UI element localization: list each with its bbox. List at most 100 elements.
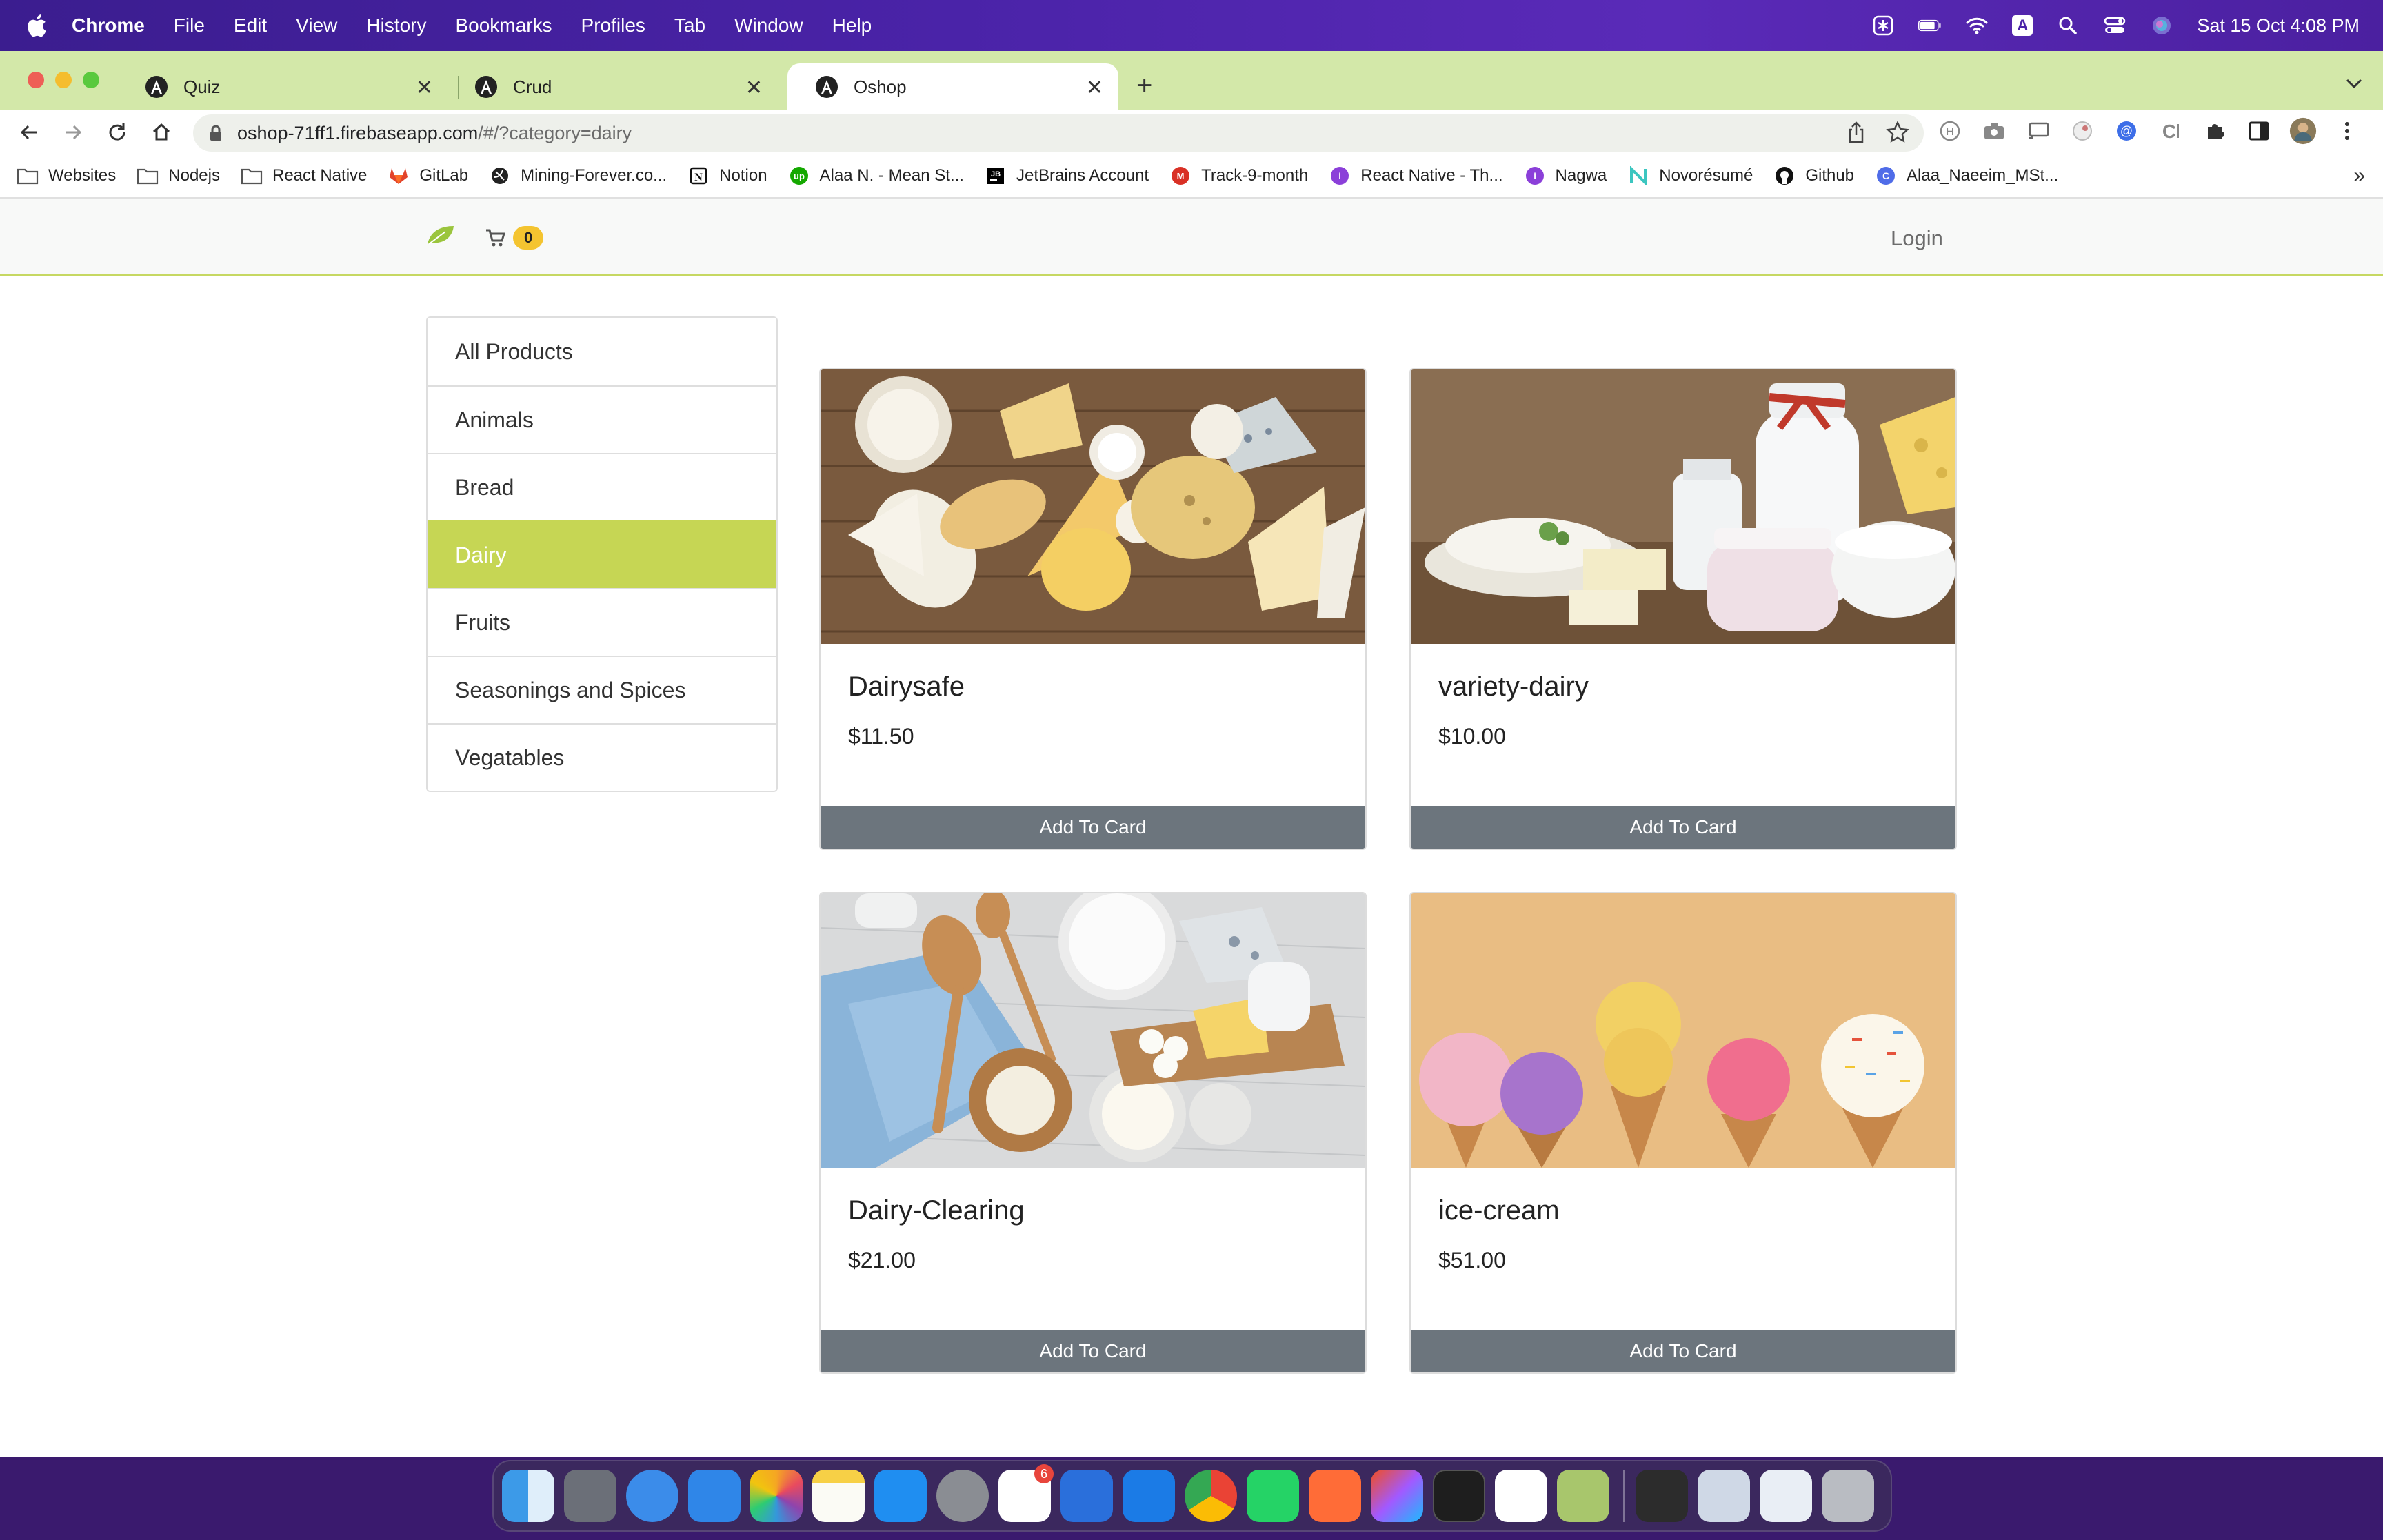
puzzle-extensions-icon[interactable] <box>2201 117 2229 145</box>
finder-icon[interactable] <box>502 1470 554 1522</box>
share-icon[interactable] <box>1844 120 1869 145</box>
battery-icon[interactable] <box>1918 15 1942 36</box>
add-to-card-button[interactable]: Add To Card <box>821 806 1365 849</box>
spotlight-search-icon[interactable] <box>2056 15 2080 36</box>
extension-c-icon[interactable]: C <box>2157 117 2184 145</box>
bookmark-mining-forever[interactable]: Mining-Forever.co... <box>489 166 667 185</box>
bookmark-notion[interactable]: N Notion <box>687 166 767 185</box>
forward-button[interactable] <box>59 119 87 146</box>
bookmark-alaa-cv[interactable]: C Alaa_Naeeim_MSt... <box>1875 166 2058 185</box>
add-to-card-button[interactable]: Add To Card <box>821 1330 1365 1372</box>
menu-edit[interactable]: Edit <box>234 14 267 37</box>
mail-icon[interactable] <box>688 1470 741 1522</box>
tab-quiz[interactable]: Quiz ✕ <box>117 63 448 110</box>
cast-icon[interactable] <box>2024 117 2052 145</box>
menu-view[interactable]: View <box>296 14 337 37</box>
figma-icon[interactable] <box>1371 1470 1423 1522</box>
menu-window[interactable]: Window <box>734 14 803 37</box>
bookmark-github[interactable]: Github <box>1773 166 1854 185</box>
photos-icon[interactable] <box>750 1470 803 1522</box>
safari-icon[interactable] <box>626 1470 678 1522</box>
category-animals[interactable]: Animals <box>428 385 776 453</box>
profile-avatar[interactable] <box>2289 117 2317 145</box>
tab-search-chevron-icon[interactable] <box>2344 77 2364 90</box>
menu-app-name[interactable]: Chrome <box>72 14 145 37</box>
chrome-menu-icon[interactable] <box>2333 117 2361 145</box>
reload-button[interactable] <box>103 119 131 146</box>
postman-icon[interactable] <box>1309 1470 1361 1522</box>
bookmark-nagwa[interactable]: i Nagwa <box>1524 166 1607 185</box>
system-preferences-icon[interactable] <box>936 1470 989 1522</box>
notes-icon[interactable] <box>812 1470 865 1522</box>
menu-help[interactable]: Help <box>832 14 872 37</box>
launchpad-icon[interactable] <box>564 1470 616 1522</box>
new-tab-button[interactable]: + <box>1136 72 1152 99</box>
menu-bookmarks[interactable]: Bookmarks <box>455 14 552 37</box>
close-tab-icon[interactable]: ✕ <box>416 76 433 100</box>
product-image-ice-cream[interactable] <box>1411 893 1955 1168</box>
vscode-icon[interactable] <box>1495 1470 1547 1522</box>
leaf-logo-icon[interactable] <box>426 223 455 247</box>
terminal-icon[interactable] <box>1433 1470 1485 1522</box>
lock-icon[interactable] <box>210 125 222 141</box>
menu-tab[interactable]: Tab <box>674 14 705 37</box>
input-source-icon[interactable]: A <box>2012 15 2033 36</box>
bookmark-upwork[interactable]: up Alaa N. - Mean St... <box>788 166 964 185</box>
xcode-icon[interactable] <box>1123 1470 1175 1522</box>
category-all-products[interactable]: All Products <box>428 318 776 385</box>
siri-icon[interactable] <box>2150 15 2173 36</box>
side-panel-icon[interactable] <box>2245 117 2273 145</box>
chrome-icon[interactable] <box>1185 1470 1237 1522</box>
camera-icon[interactable] <box>1980 117 2008 145</box>
bookmark-gitlab[interactable]: GitLab <box>388 166 468 185</box>
bookmarks-overflow-button[interactable]: » <box>2353 164 2365 188</box>
menubar-clock[interactable]: Sat 15 Oct 4:08 PM <box>2197 15 2360 37</box>
xcode-instruments-icon[interactable] <box>1060 1470 1113 1522</box>
menu-file[interactable]: File <box>174 14 205 37</box>
bookmark-websites[interactable]: Websites <box>17 166 116 185</box>
extension-at-icon[interactable]: @ <box>2113 117 2140 145</box>
bookmark-star-icon[interactable] <box>1885 120 1910 145</box>
recent-window-icon[interactable] <box>1636 1470 1688 1522</box>
window-close-button[interactable] <box>28 72 44 88</box>
bookmark-track[interactable]: M Track-9-month <box>1169 166 1308 185</box>
category-dairy[interactable]: Dairy <box>428 520 776 588</box>
bookmark-nodejs[interactable]: Nodejs <box>137 166 220 185</box>
close-tab-icon[interactable]: ✕ <box>1086 76 1103 100</box>
category-bread[interactable]: Bread <box>428 453 776 520</box>
bookmark-react-native-th[interactable]: i React Native - Th... <box>1329 166 1503 185</box>
snowflake-icon[interactable] <box>1871 15 1895 36</box>
extension-circle-icon[interactable] <box>2069 117 2096 145</box>
window-zoom-button[interactable] <box>83 72 99 88</box>
close-tab-icon[interactable]: ✕ <box>745 76 763 100</box>
category-fruits[interactable]: Fruits <box>428 588 776 656</box>
bookmark-react-native[interactable]: React Native <box>241 166 367 185</box>
app-store-icon[interactable] <box>874 1470 927 1522</box>
bookmark-jetbrains[interactable]: JB JetBrains Account <box>985 166 1149 185</box>
window-minimize-button[interactable] <box>55 72 72 88</box>
category-seasonings-spices[interactable]: Seasonings and Spices <box>428 656 776 723</box>
back-button[interactable] <box>15 119 43 146</box>
apple-menu-icon[interactable] <box>26 14 47 37</box>
script-editor-icon[interactable] <box>1557 1470 1609 1522</box>
menu-profiles[interactable]: Profiles <box>581 14 645 37</box>
tab-crud[interactable]: Crud ✕ <box>447 63 778 110</box>
slack-icon[interactable]: 6 <box>998 1464 1054 1522</box>
add-to-card-button[interactable]: Add To Card <box>1411 806 1955 849</box>
url-text[interactable]: oshop-71ff1.firebaseapp.com/#/?category=… <box>237 123 632 144</box>
address-bar[interactable]: oshop-71ff1.firebaseapp.com/#/?category=… <box>193 114 1924 152</box>
product-image-dairy-clearing[interactable] <box>821 893 1365 1168</box>
wifi-icon[interactable] <box>1965 15 1989 36</box>
downloads-folder-icon[interactable] <box>1760 1470 1812 1522</box>
extension-h-icon[interactable]: H <box>1936 117 1964 145</box>
product-image-variety-dairy[interactable] <box>1411 369 1955 644</box>
category-vegatables[interactable]: Vegatables <box>428 723 776 791</box>
trash-icon[interactable] <box>1822 1470 1874 1522</box>
home-button[interactable] <box>148 119 175 146</box>
product-image-dairy-cheese[interactable] <box>821 369 1365 644</box>
whatsapp-icon[interactable] <box>1247 1470 1299 1522</box>
control-center-icon[interactable] <box>2103 15 2126 36</box>
tab-oshop[interactable]: Oshop ✕ <box>787 63 1118 110</box>
bookmark-novoresume[interactable]: Novorésumé <box>1627 166 1753 185</box>
add-to-card-button[interactable]: Add To Card <box>1411 1330 1955 1372</box>
